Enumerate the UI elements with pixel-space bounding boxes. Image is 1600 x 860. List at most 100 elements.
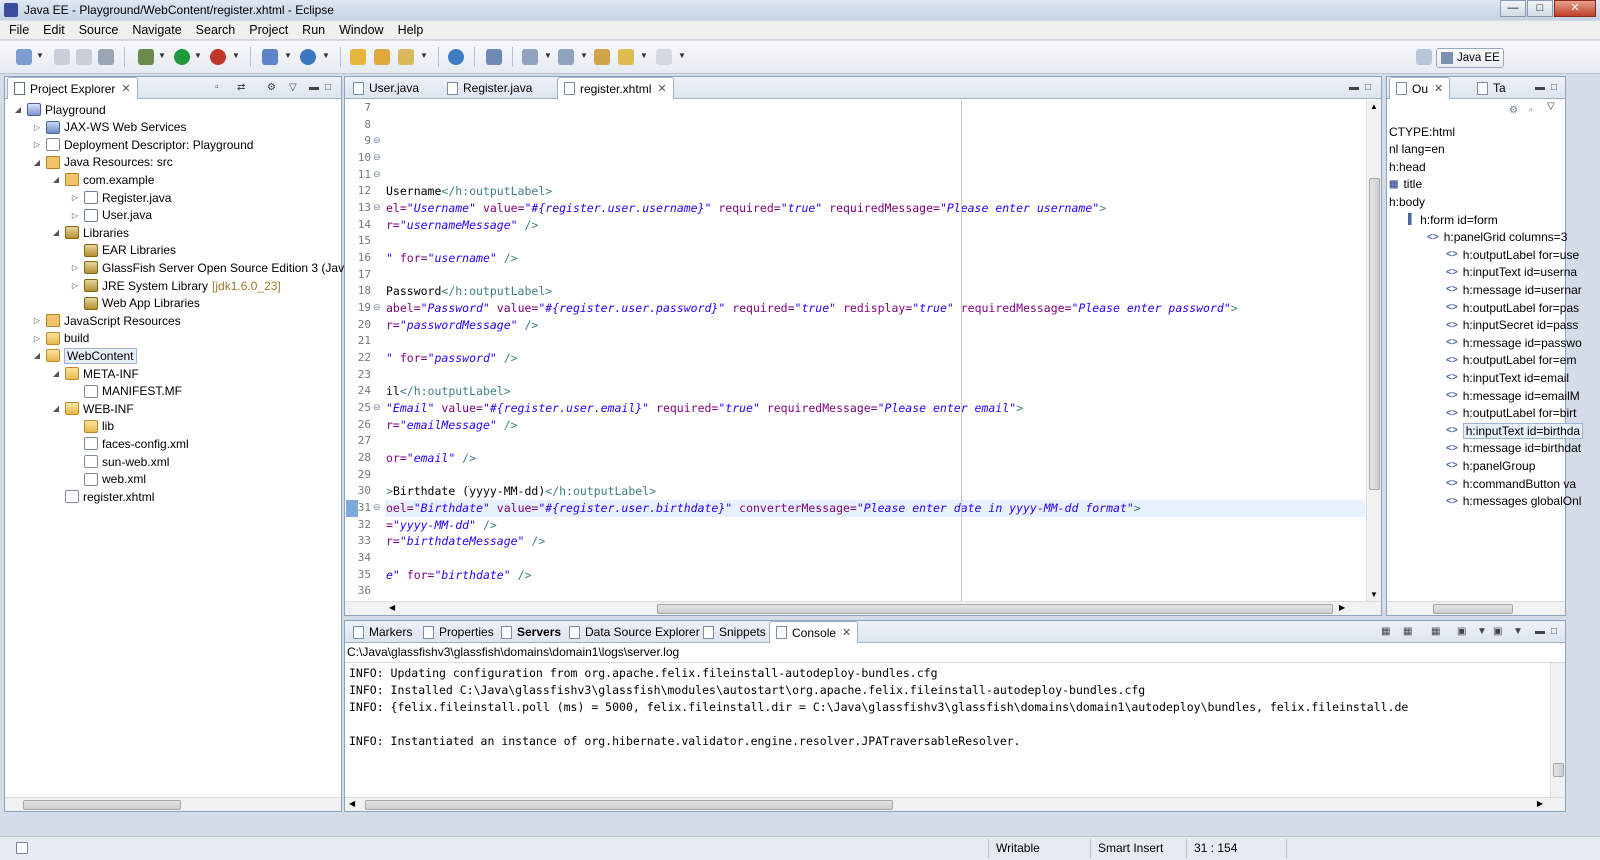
maximize-button[interactable]: □ <box>1527 0 1553 17</box>
menu-navigate[interactable]: Navigate <box>125 23 188 37</box>
last-edit-location-icon[interactable] <box>594 49 610 65</box>
fold-toggle-icon[interactable]: ⊖ <box>373 135 381 146</box>
code-line[interactable]: r="passwordMessage" /> <box>386 318 538 332</box>
tree-item[interactable]: faces-config.xml <box>70 435 189 452</box>
tree-item[interactable]: register.xhtml <box>51 488 154 505</box>
outline-menu-icon[interactable]: ▽ <box>1547 101 1555 112</box>
external-tools-dropdown-icon[interactable]: ▼ <box>232 51 240 60</box>
expanded-twisty-icon[interactable]: ◢ <box>51 175 61 184</box>
pin-icon[interactable] <box>486 49 502 65</box>
view-menu-icon[interactable]: ▽ <box>289 82 297 93</box>
outline-item[interactable]: <> h:message id=usernar <box>1446 281 1582 298</box>
display-console-dropdown-icon[interactable]: ▼ <box>1477 626 1487 637</box>
bottom-tab[interactable]: Console ✕ <box>769 621 859 643</box>
code-line[interactable]: el="Username" value="#{register.user.use… <box>386 201 1106 215</box>
bottom-tab[interactable]: Properties <box>417 621 500 643</box>
link-with-editor-icon[interactable]: ⇄ <box>237 82 245 93</box>
project-explorer-hscroll[interactable] <box>5 797 341 811</box>
tree-item[interactable]: ▷ JAX-WS Web Services <box>32 119 187 136</box>
close-tab-icon[interactable]: ✕ <box>121 82 130 95</box>
minimize-view-icon[interactable]: ▬ <box>309 82 319 93</box>
close-tab-icon[interactable]: ✕ <box>1434 82 1443 95</box>
console-hscroll[interactable]: ◀ ▶ <box>345 797 1565 811</box>
debug-dropdown-icon[interactable]: ▼ <box>158 51 166 60</box>
open-type-icon[interactable] <box>350 49 366 65</box>
outline-item[interactable]: <> h:inputText id=userna <box>1446 264 1577 281</box>
code-line[interactable]: abel="Password" value="#{register.user.p… <box>386 301 1238 315</box>
web-browser-icon[interactable] <box>448 49 464 65</box>
tree-item[interactable]: MANIFEST.MF <box>70 383 182 400</box>
code-line[interactable]: Username</h:outputLabel> <box>386 184 552 198</box>
filters-icon[interactable]: ⚙ <box>267 82 276 93</box>
open-console-icon[interactable]: ▣ <box>1493 626 1502 637</box>
outline-collapse-icon[interactable]: ▫ <box>1529 105 1533 116</box>
menu-help[interactable]: Help <box>391 23 431 37</box>
code-line[interactable]: r="birthdateMessage" /> <box>386 534 545 548</box>
outline-item[interactable]: <> h:message id=passwo <box>1446 334 1582 351</box>
next-annotation-dropdown-icon[interactable]: ▼ <box>544 51 552 60</box>
expanded-twisty-icon[interactable]: ◢ <box>32 158 42 167</box>
outline-hscroll[interactable] <box>1387 601 1565 615</box>
save-all-icon[interactable] <box>76 49 92 65</box>
close-tab-icon[interactable]: ✕ <box>842 626 851 639</box>
outline-item[interactable]: nl lang=en <box>1389 141 1445 158</box>
outline-item[interactable]: <> h:messages globalOnl <box>1446 493 1581 510</box>
bottom-tab[interactable]: Servers <box>495 621 567 643</box>
expanded-twisty-icon[interactable]: ◢ <box>32 351 42 360</box>
next-annotation-icon[interactable] <box>522 49 538 65</box>
code-line[interactable]: il</h:outputLabel> <box>386 384 511 398</box>
external-tools-icon[interactable] <box>210 49 226 65</box>
search-icon[interactable] <box>398 49 414 65</box>
maximize-view-icon[interactable]: □ <box>325 82 331 93</box>
tree-item[interactable]: ◢ com.example <box>51 171 154 188</box>
scroll-thumb[interactable] <box>1369 178 1380 490</box>
collapsed-twisty-icon[interactable]: ▷ <box>70 193 80 202</box>
minimize-button[interactable]: — <box>1500 0 1526 17</box>
console-vscroll[interactable] <box>1550 663 1565 797</box>
outline-item[interactable]: ▦ title <box>1389 176 1422 193</box>
maximize-editor-icon[interactable]: □ <box>1365 82 1371 93</box>
outline-item[interactable]: <> h:inputSecret id=pass <box>1446 317 1578 334</box>
menu-window[interactable]: Window <box>332 23 390 37</box>
debug-icon[interactable] <box>138 49 154 65</box>
new-dropdown-icon[interactable]: ▼ <box>36 51 44 60</box>
collapsed-twisty-icon[interactable]: ▷ <box>70 281 80 290</box>
menu-edit[interactable]: Edit <box>36 23 72 37</box>
tree-item[interactable]: ◢ Playground <box>13 101 106 118</box>
tree-item[interactable]: ◢ WebContent <box>32 347 137 364</box>
code-line[interactable]: "Email" value="#{register.user.email}" r… <box>386 401 1023 415</box>
tree-item[interactable]: EAR Libraries <box>70 242 176 259</box>
tree-item[interactable]: ◢ Libraries <box>51 224 129 241</box>
outline-item[interactable]: CTYPE:html <box>1389 123 1455 140</box>
minimize-console-icon[interactable]: ▬ <box>1535 626 1545 637</box>
editor-tab[interactable]: User.java <box>347 77 425 99</box>
scroll-right-icon[interactable]: ▶ <box>1537 799 1543 808</box>
outline-filter-icon[interactable]: ⚙ <box>1509 105 1518 116</box>
fold-toggle-icon[interactable]: ⊖ <box>373 169 381 180</box>
outline-item[interactable]: <> h:commandButton va <box>1446 475 1576 492</box>
tree-item[interactable]: ▷ GlassFish Server Open Source Edition 3 … <box>70 259 362 276</box>
tree-item[interactable]: ▷ JavaScript Resources <box>32 312 181 329</box>
print-icon[interactable] <box>98 49 114 65</box>
tree-item[interactable]: ▷ build <box>32 330 89 347</box>
save-icon[interactable] <box>54 49 70 65</box>
open-console-dropdown-icon[interactable]: ▼ <box>1513 626 1523 637</box>
scroll-up-icon[interactable]: ▲ <box>1370 102 1378 111</box>
fold-toggle-icon[interactable]: ⊖ <box>373 502 381 513</box>
perspective-java-ee[interactable]: Java EE <box>1436 48 1504 68</box>
back-dropdown-icon[interactable]: ▼ <box>640 51 648 60</box>
outline-tab[interactable]: Ta <box>1471 77 1512 99</box>
code-line[interactable]: r="usernameMessage" /> <box>386 218 538 232</box>
code-line[interactable]: oel="Birthdate" value="#{register.user.b… <box>386 501 1141 515</box>
outline-item[interactable]: ▌ h:form id=form <box>1408 211 1498 228</box>
fold-toggle-icon[interactable]: ⊖ <box>373 202 381 213</box>
tree-item[interactable]: Web App Libraries <box>70 295 200 312</box>
code-line[interactable]: ="yyyy-MM-dd" /> <box>386 518 497 532</box>
expanded-twisty-icon[interactable]: ◢ <box>51 228 61 237</box>
outline-item[interactable]: <> h:panelGroup <box>1446 457 1535 474</box>
code-line[interactable]: " for="password" /> <box>386 351 518 365</box>
outline-item[interactable]: <> h:outputLabel for=use <box>1446 246 1579 263</box>
collapse-all-icon[interactable]: ▫ <box>215 82 219 93</box>
tree-item[interactable]: ◢ META-INF <box>51 365 139 382</box>
outline-item[interactable]: <> h:outputLabel for=birt <box>1446 405 1576 422</box>
